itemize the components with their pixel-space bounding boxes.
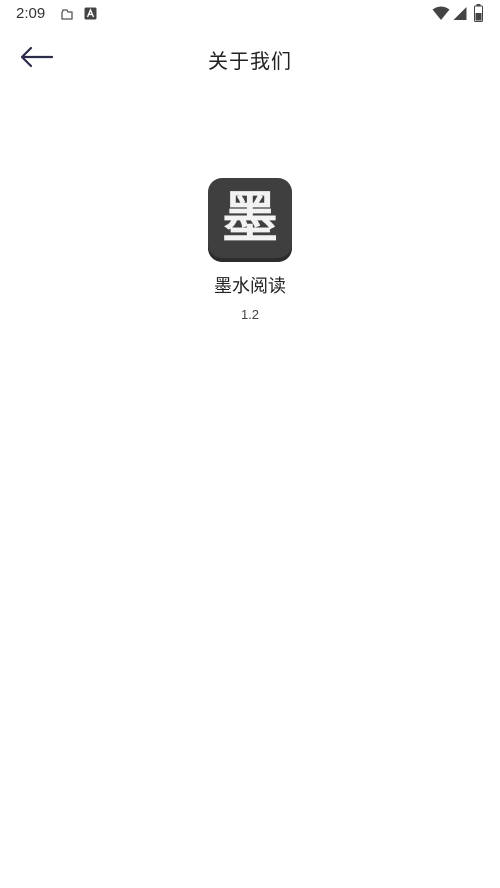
top-app-bar: 关于我们 <box>0 30 500 86</box>
app-logo: 墨 <box>208 178 292 262</box>
page-title: 关于我们 <box>208 49 292 73</box>
a-app-icon <box>84 7 97 20</box>
battery-icon <box>474 4 483 22</box>
signal-icon <box>453 7 467 20</box>
status-bar: 2:09 <box>0 0 500 28</box>
app-version: 1.2 <box>240 307 260 322</box>
app-name: 墨水阅读 <box>214 276 286 297</box>
wifi-icon <box>432 6 450 20</box>
app-logo-glyph: 墨 <box>222 185 278 251</box>
cloud-icon <box>61 9 73 20</box>
status-time: 2:09 <box>16 5 46 22</box>
